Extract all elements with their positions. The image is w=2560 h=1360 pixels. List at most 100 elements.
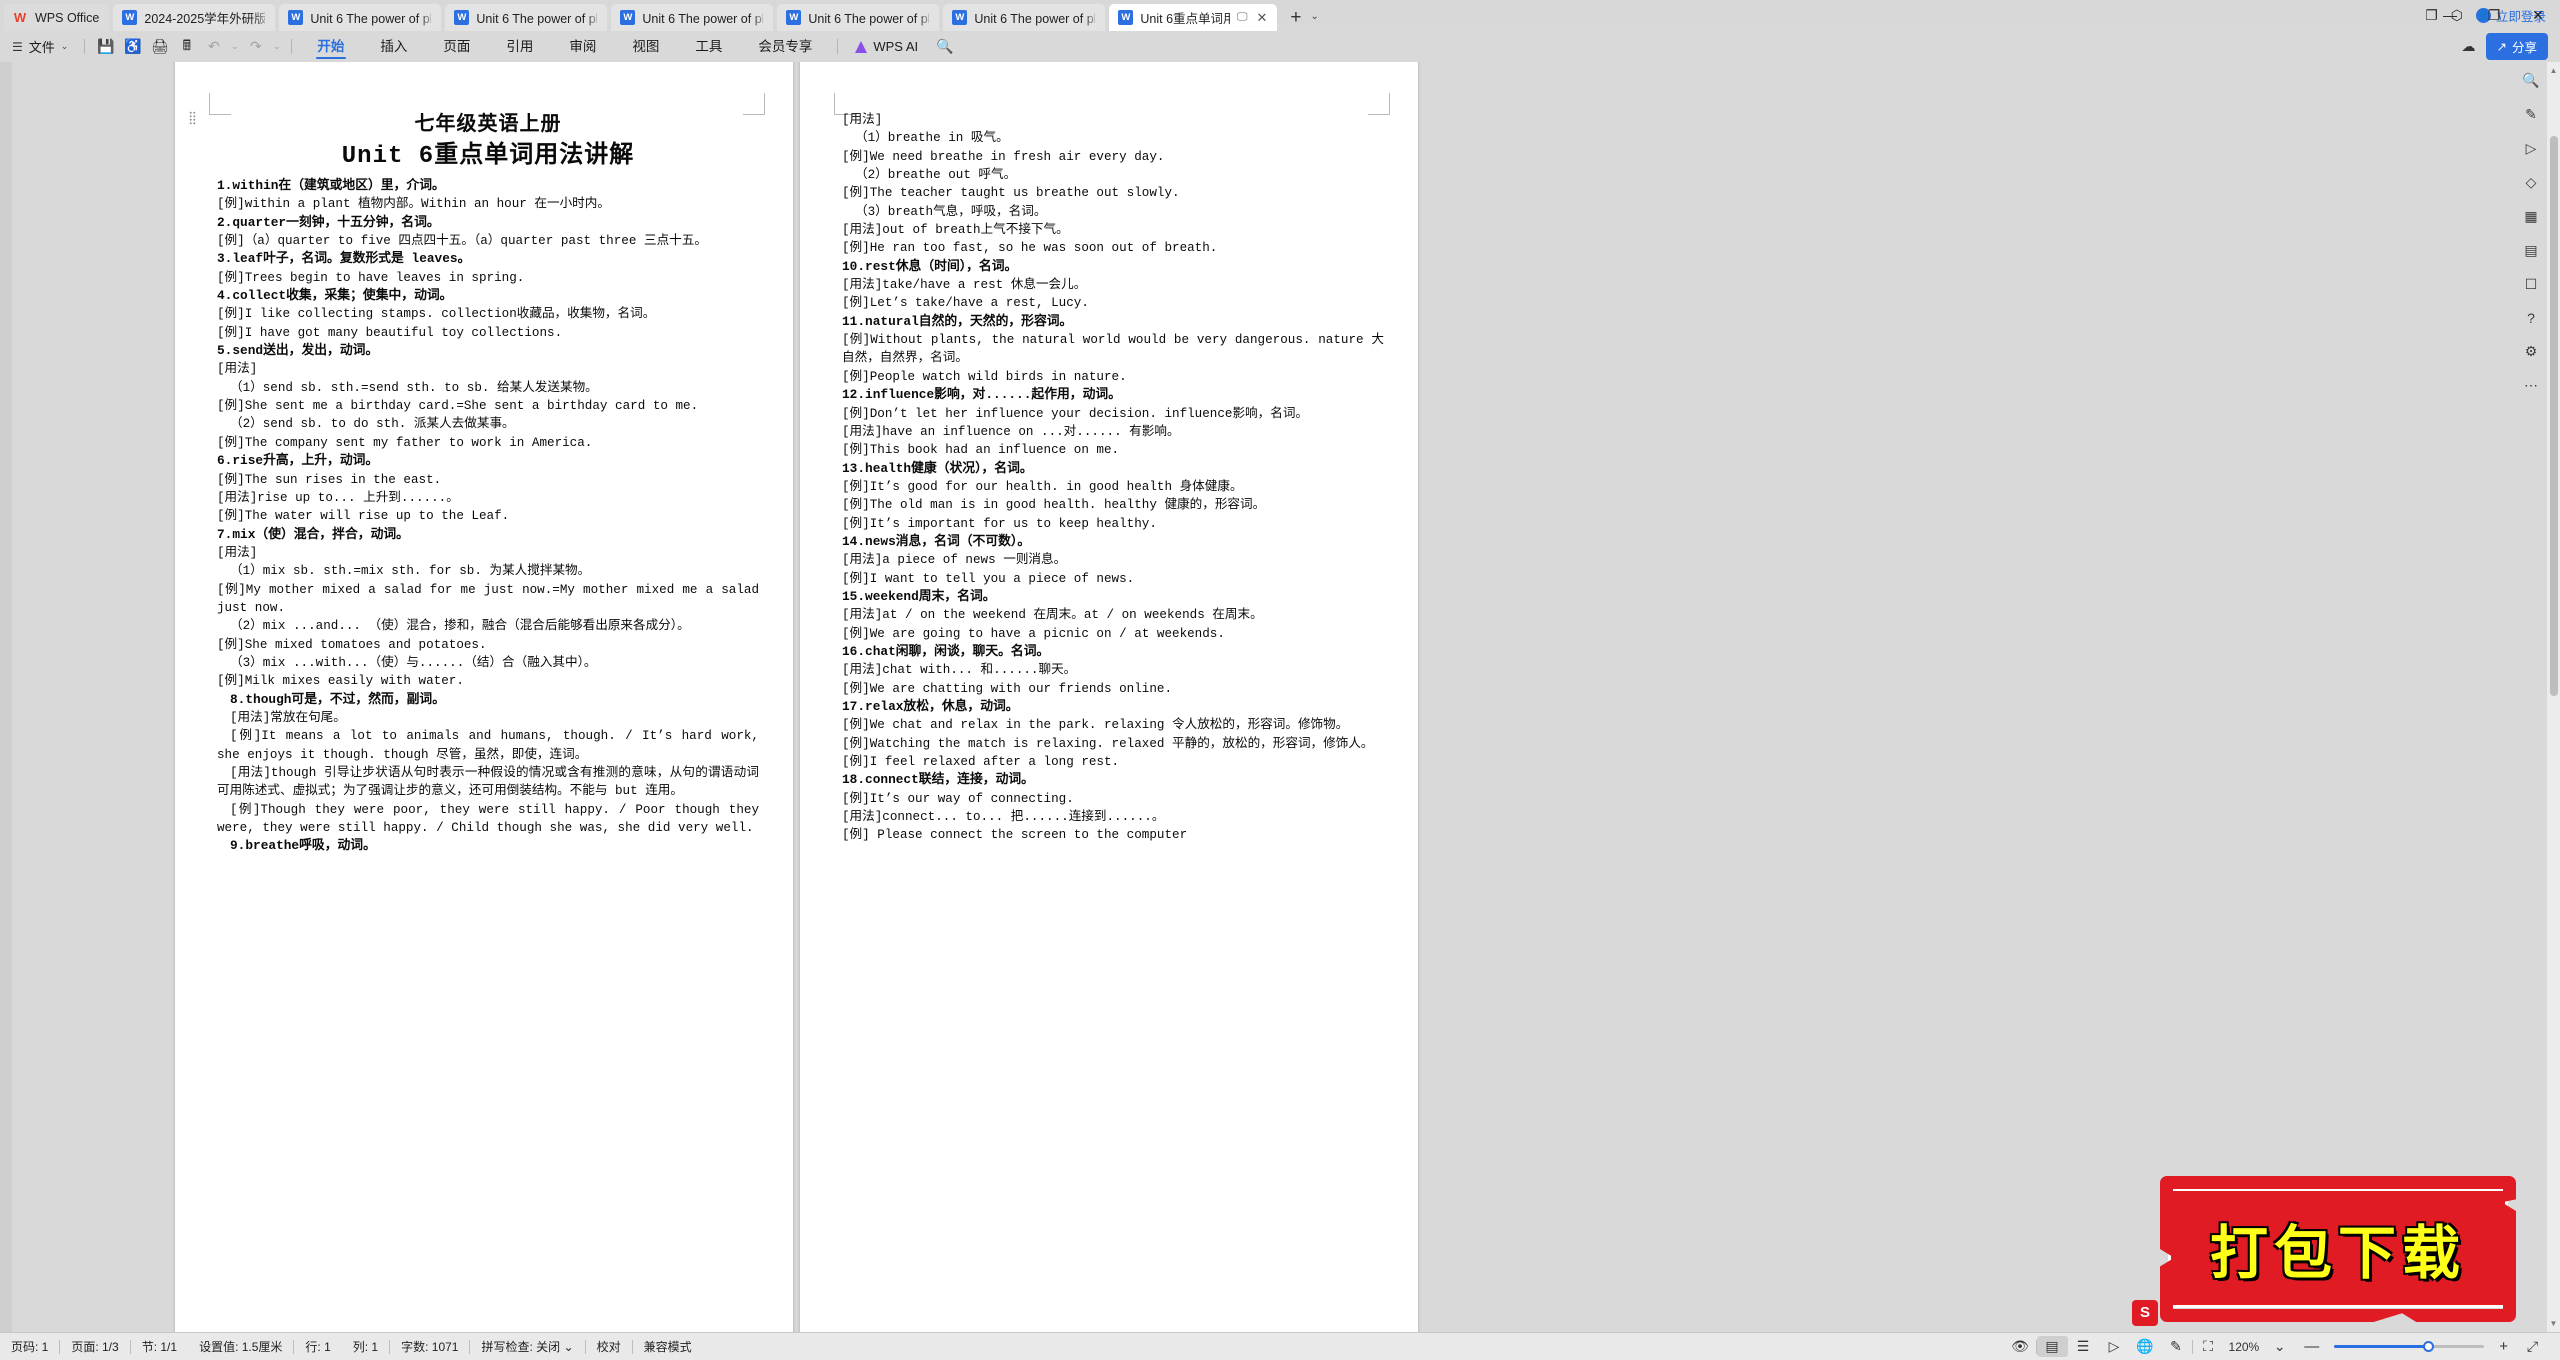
tab-document-6[interactable]: W Unit 6 The power of plants课文知识: [943, 4, 1105, 31]
brush-icon[interactable]: ✎: [2161, 1338, 2192, 1355]
doc-line: [例]We need breathe in fresh air every da…: [842, 148, 1384, 166]
status-spellcheck[interactable]: 拼写检查: 关闭 ⌄: [470, 1338, 584, 1355]
undo-chevron-icon[interactable]: ⌄: [227, 41, 242, 52]
quick-access-toolbar: 💾 ♿ 🖨 🖩 ↶ ⌄ ↷ ⌄: [92, 35, 284, 59]
share-button[interactable]: ↗ 分享: [2486, 33, 2549, 60]
ribbon-tab-review[interactable]: 审阅: [551, 31, 614, 62]
file-menu-label: 文件: [29, 37, 55, 56]
document-canvas[interactable]: 七年级英语上册 Unit 6重点单词用法讲解 1.within在（建筑或地区）里…: [0, 62, 2560, 1332]
ribbon-tab-reference[interactable]: 引用: [488, 31, 551, 62]
tab-close-icon[interactable]: ✕: [1256, 10, 1267, 26]
table-icon[interactable]: ▦: [2524, 208, 2537, 225]
tab-document-7-active[interactable]: W Unit 6重点单词用法讲解2024- 🖵 ✕: [1109, 4, 1277, 31]
doc-line: 11.natural自然的，天然的，形容词。: [842, 313, 1384, 331]
tab-document-3[interactable]: W Unit 6 The power of plants大单元分: [445, 4, 607, 31]
ribbon-tab-home[interactable]: 开始: [299, 31, 362, 62]
eye-icon[interactable]: 👁: [2005, 1338, 2036, 1355]
download-watermark-overlay[interactable]: 打包下载: [2168, 1188, 2508, 1308]
status-word-count[interactable]: 字数: 1071: [390, 1338, 469, 1355]
word-doc-icon: W: [454, 10, 469, 25]
zoom-in-button[interactable]: +: [2490, 1338, 2517, 1355]
paragraph-drag-handle[interactable]: [189, 111, 196, 125]
zoom-slider[interactable]: [2328, 1345, 2490, 1348]
doc-line: [用法]though 引导让步状语从句时表示一种假设的情况或含有推测的意味，从句…: [217, 764, 759, 801]
doc-line: [用法]rise up to... 上升到......。: [217, 489, 759, 507]
watermark-text: 打包下载: [2210, 1206, 2466, 1290]
wps-office-home-tab[interactable]: W WPS Office: [4, 4, 109, 31]
zoom-slider-knob[interactable]: [2423, 1341, 2434, 1352]
document-page-right[interactable]: [用法]（1）breathe in 吸气。[例]We need breathe …: [800, 62, 1418, 1332]
edit-pen-icon[interactable]: ✎: [2525, 106, 2537, 123]
shape-icon[interactable]: ◇: [2526, 174, 2537, 191]
zoom-out-button[interactable]: —: [2295, 1338, 2328, 1355]
focus-mode-icon[interactable]: ⛶: [2193, 1338, 2224, 1355]
doc-line: [例]It’s important for us to keep healthy…: [842, 515, 1384, 533]
chart-icon[interactable]: ▤: [2524, 242, 2537, 259]
word-doc-icon: W: [1118, 10, 1133, 25]
outline-view-icon[interactable]: ☰: [2068, 1338, 2099, 1355]
reading-view-icon[interactable]: ▷: [2099, 1338, 2130, 1355]
print-icon[interactable]: 🖨: [146, 38, 173, 55]
vertical-scrollbar[interactable]: ▲ ▼: [2547, 62, 2560, 1332]
doc-line: [例]I like collecting stamps. collection收…: [217, 305, 759, 323]
document-page-left[interactable]: 七年级英语上册 Unit 6重点单词用法讲解 1.within在（建筑或地区）里…: [175, 62, 793, 1332]
share-label: 分享: [2512, 37, 2537, 56]
doc-line: [例]He ran too fast, so he was soon out o…: [842, 239, 1384, 257]
page-left-text[interactable]: 七年级英语上册 Unit 6重点单词用法讲解 1.within在（建筑或地区）里…: [217, 109, 759, 856]
ribbon-tab-insert[interactable]: 插入: [362, 31, 425, 62]
wps-ai-button[interactable]: WPS AI: [845, 39, 928, 54]
new-tab-button[interactable]: +: [1281, 4, 1310, 31]
more-options-icon[interactable]: ⋯: [2524, 377, 2538, 394]
save-cloud-icon[interactable]: ♿: [119, 38, 146, 55]
scroll-down-arrow-icon[interactable]: ▼: [2549, 1319, 2558, 1328]
watermark-badge: S: [2132, 1300, 2158, 1326]
quick-access-more-chevron-icon[interactable]: ⌄: [269, 41, 284, 52]
doc-line: （1）breathe in 吸气。: [842, 129, 1384, 147]
share-icon: ↗: [2497, 39, 2507, 54]
status-setting-value: 设置值: 1.5厘米: [188, 1338, 293, 1355]
help-icon[interactable]: ?: [2527, 310, 2535, 326]
minimize-button[interactable]: —: [2428, 0, 2472, 31]
cloud-upload-icon[interactable]: ☁: [2462, 38, 2476, 55]
doc-line: 1.within在（建筑或地区）里，介词。: [217, 177, 759, 195]
wps-office-window: W WPS Office W 2024-2025学年外研版（2024）七年 W …: [0, 0, 2560, 1360]
ribbon-menu-tabs: 开始 插入 页面 引用 审阅 视图 工具 会员专享: [299, 31, 830, 62]
tab-list-chevron-icon[interactable]: ⌄: [1310, 2, 1326, 31]
tab-monitor-icon[interactable]: 🖵: [1237, 11, 1248, 24]
save-icon[interactable]: 💾: [92, 38, 119, 55]
search-icon[interactable]: 🔍: [928, 38, 961, 55]
select-cursor-icon[interactable]: ▷: [2526, 140, 2537, 157]
page-layout-view-icon[interactable]: ▤: [2037, 1336, 2068, 1357]
tab-document-5[interactable]: W Unit 6 The power of plants--单元必: [777, 4, 939, 31]
page-right-text[interactable]: [用法]（1）breathe in 吸气。[例]We need breathe …: [842, 111, 1384, 845]
doc-line: 7.mix（使）混合，拌合，动词。: [217, 526, 759, 544]
close-button[interactable]: ✕: [2516, 0, 2560, 31]
scrollbar-thumb[interactable]: [2550, 136, 2558, 696]
doc-line: [例]My mother mixed a salad for me just n…: [217, 581, 759, 618]
ribbon-tab-tools[interactable]: 工具: [677, 31, 740, 62]
tab-document-4[interactable]: W Unit 6 The power of plants--单词表: [611, 4, 773, 31]
expand-icon[interactable]: ⤢: [2517, 1338, 2548, 1355]
status-proofread[interactable]: 校对: [586, 1338, 632, 1355]
doc-line: [例]The old man is in good health. health…: [842, 496, 1384, 514]
tab-strip: W WPS Office W 2024-2025学年外研版（2024）七年 W …: [0, 0, 2560, 31]
tab-document-1[interactable]: W 2024-2025学年外研版（2024）七年: [113, 4, 275, 31]
zoom-chevron-icon[interactable]: ⌄: [2264, 1338, 2295, 1355]
ribbon-tab-member[interactable]: 会员专享: [740, 31, 830, 62]
tab-document-2[interactable]: W Unit 6 The power of plants 知识清: [279, 4, 441, 31]
print-preview-icon[interactable]: 🖩: [173, 35, 200, 59]
undo-icon[interactable]: ↶: [200, 38, 227, 55]
layer-icon[interactable]: ☐: [2525, 276, 2538, 293]
word-doc-icon: W: [620, 10, 635, 25]
ribbon-tab-view[interactable]: 视图: [614, 31, 677, 62]
ribbon-tab-page[interactable]: 页面: [425, 31, 488, 62]
restore-button[interactable]: ❐: [2472, 0, 2516, 31]
redo-icon[interactable]: ↷: [242, 38, 269, 55]
search-panel-icon[interactable]: 🔍: [2522, 72, 2539, 89]
status-section: 节: 1/1: [131, 1338, 188, 1355]
file-menu-button[interactable]: ☰ 文件 ⌄: [0, 37, 77, 56]
settings-panel-icon[interactable]: ⚙: [2525, 343, 2538, 360]
scroll-up-arrow-icon[interactable]: ▲: [2549, 66, 2558, 75]
zoom-slider-track[interactable]: [2334, 1345, 2484, 1348]
web-view-icon[interactable]: 🌐: [2130, 1338, 2161, 1355]
